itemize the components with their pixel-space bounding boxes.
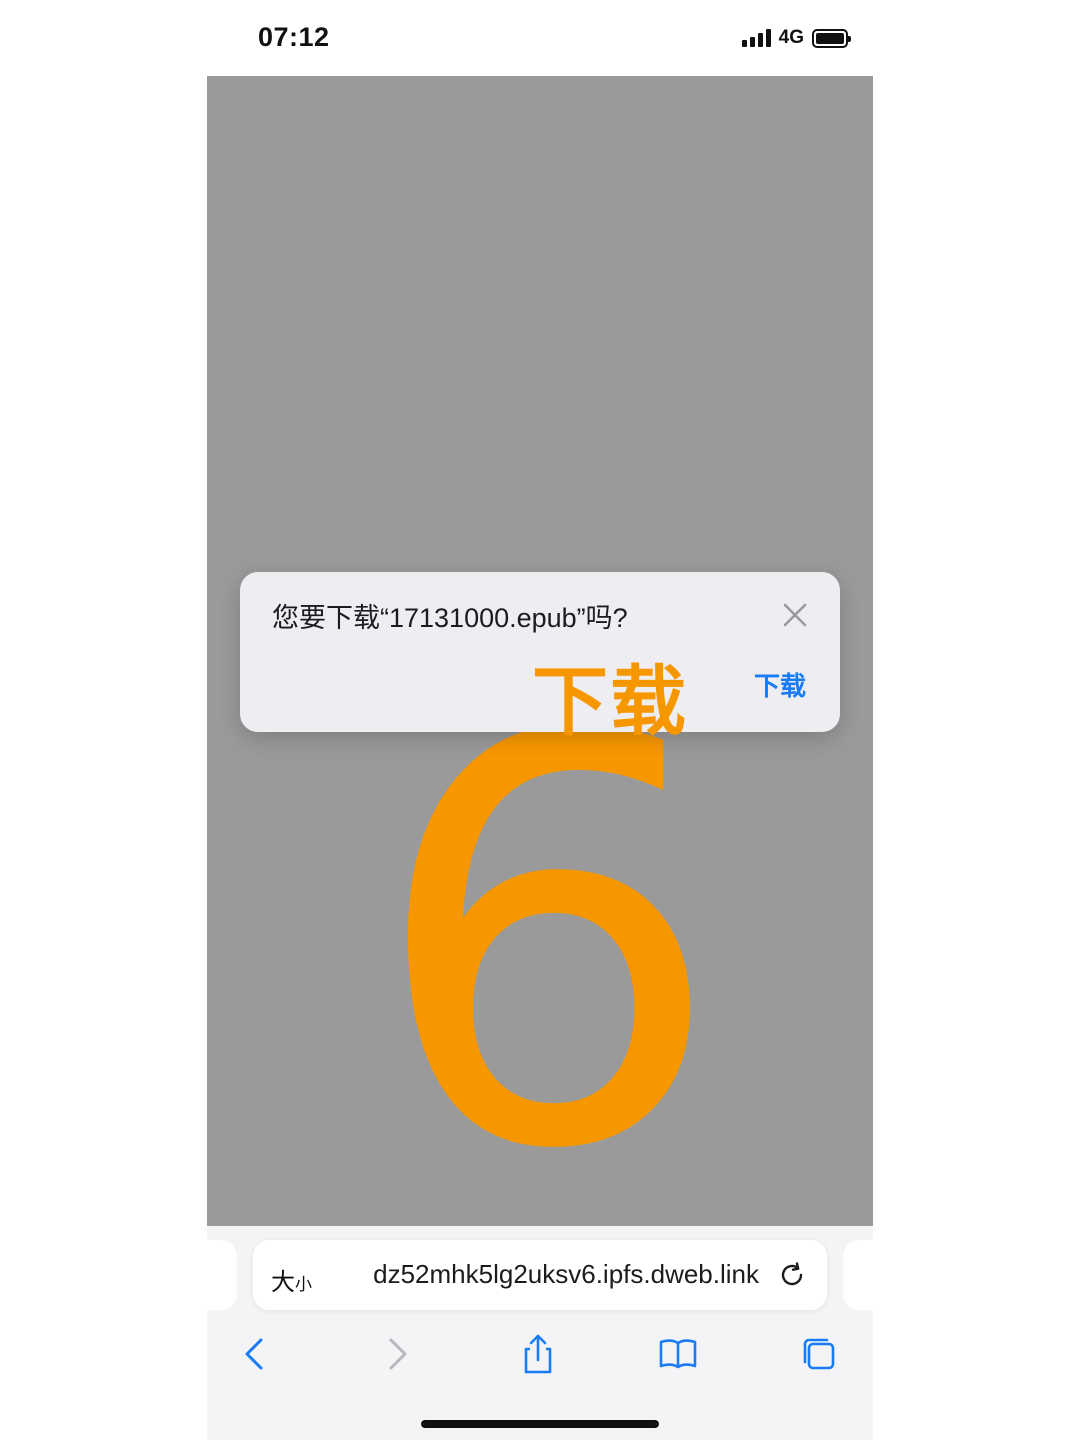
phone-screen: 07:12 4G 6 您要下载“17131000.epub”吗? 下载 下载 大… (0, 0, 1080, 1440)
back-icon[interactable] (233, 1332, 277, 1376)
close-icon[interactable] (782, 602, 808, 628)
network-type: 4G (778, 27, 804, 48)
tabs-icon[interactable] (797, 1332, 841, 1376)
url-text[interactable]: dz52mhk5lg2uksv6.ipfs.dweb.link (339, 1259, 759, 1290)
text-size-small-label: 小 (295, 1275, 312, 1294)
status-indicators: 4G (741, 27, 851, 49)
text-size-button[interactable]: 大小 (271, 1262, 312, 1297)
download-prompt: 您要下载“17131000.epub”吗? 下载 下载 (240, 572, 840, 745)
forward-icon[interactable] (375, 1332, 419, 1376)
reload-icon[interactable] (777, 1260, 807, 1290)
signal-icon (741, 29, 771, 47)
status-time: 07:12 (258, 22, 330, 52)
text-size-large-label: 大 (271, 1269, 295, 1296)
download-button[interactable]: 下载 (754, 666, 806, 703)
overlay-download-label: 下载 (532, 660, 688, 745)
bookmarks-icon[interactable] (656, 1332, 700, 1376)
download-question: 您要下载“17131000.epub”吗? (272, 603, 628, 633)
browser-bottom-bar: 大小 dz52mhk5lg2uksv6.ipfs.dweb.link (207, 1226, 873, 1440)
battery-icon (812, 28, 851, 48)
share-icon[interactable] (516, 1332, 560, 1376)
home-indicator[interactable] (421, 1420, 659, 1428)
address-bar[interactable]: 大小 dz52mhk5lg2uksv6.ipfs.dweb.link (253, 1240, 827, 1310)
next-tab-preview[interactable] (843, 1240, 873, 1310)
previous-tab-preview[interactable] (207, 1240, 237, 1310)
